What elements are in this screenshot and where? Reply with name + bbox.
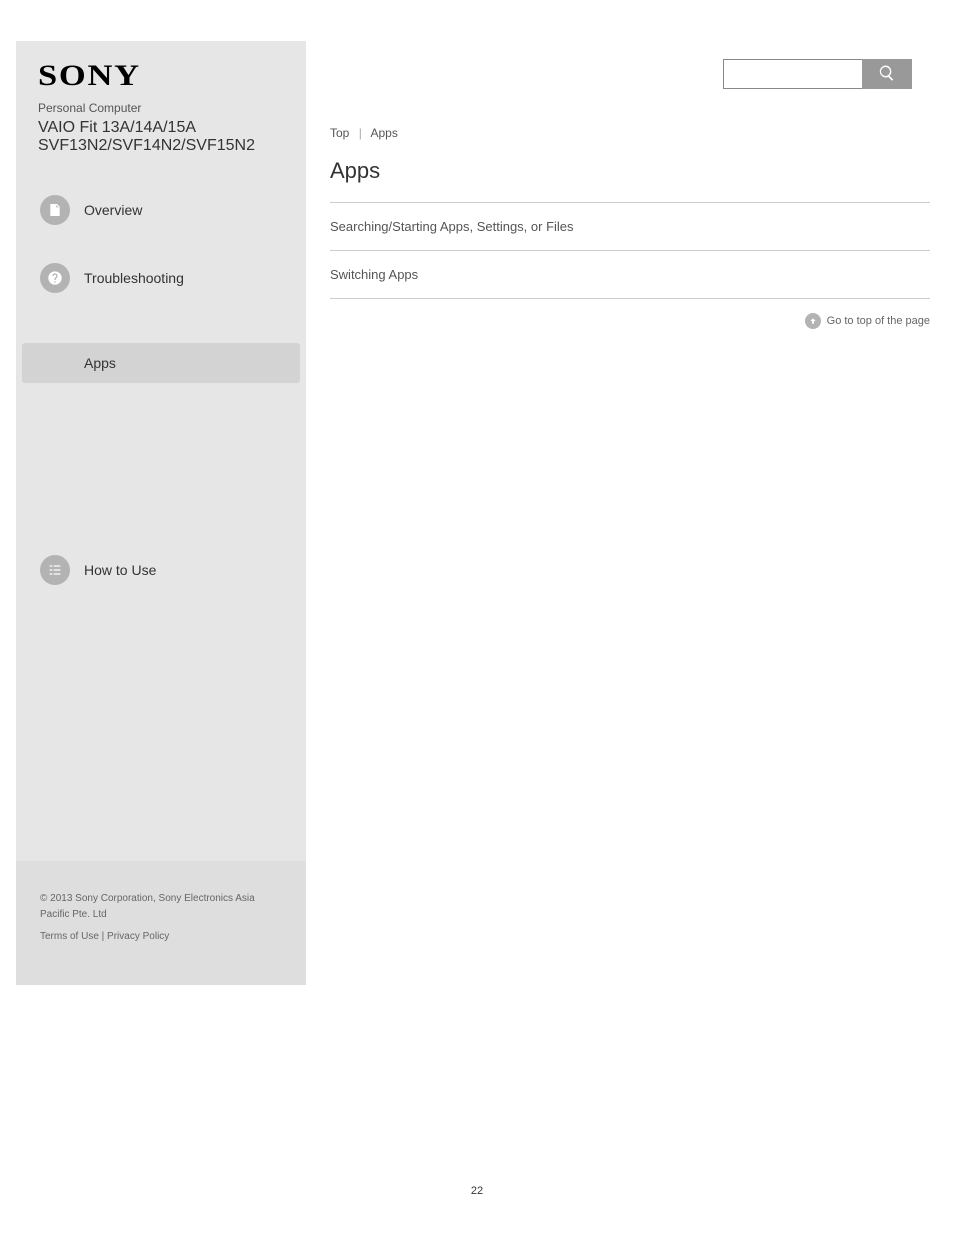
breadcrumb: Top | Apps <box>330 126 930 140</box>
sidebar-item-label: Overview <box>84 202 142 218</box>
search-button[interactable] <box>862 59 912 89</box>
product-name: Personal Computer <box>38 101 306 115</box>
page-number: 22 <box>0 1185 954 1197</box>
divider <box>330 298 930 299</box>
overview-icon <box>40 195 70 225</box>
sidebar-item-label: Troubleshooting <box>84 270 184 286</box>
copyright-text: © 2013 Sony Corporation, Sony Electronic… <box>40 891 282 923</box>
go-to-top-label: Go to top of the page <box>827 315 930 327</box>
arrow-up-icon <box>805 313 821 329</box>
breadcrumb-current: Apps <box>371 126 398 140</box>
sidebar-item-label: Apps <box>84 355 116 371</box>
sidebar-item-apps[interactable]: Apps <box>22 343 300 383</box>
sidebar-item-label: How to Use <box>84 562 156 578</box>
question-icon <box>40 263 70 293</box>
sidebar-item-troubleshooting[interactable]: Troubleshooting <box>22 251 300 305</box>
search-icon <box>878 64 896 85</box>
go-to-top-link[interactable]: Go to top of the page <box>330 313 930 329</box>
sidebar-item-overview[interactable]: Overview <box>22 183 300 237</box>
search-input[interactable] <box>723 59 862 89</box>
legal-links[interactable]: Terms of Use | Privacy Policy <box>40 929 282 945</box>
content-link-switching[interactable]: Switching Apps <box>330 251 930 298</box>
sidebar: SONY Personal Computer VAIO Fit 13A/14A/… <box>16 41 306 985</box>
model-name: VAIO Fit 13A/14A/15A SVF13N2/SVF14N2/SVF… <box>38 119 306 155</box>
page-title: Apps <box>330 158 930 184</box>
main-content: Top | Apps Apps Searching/Starting Apps,… <box>306 0 954 985</box>
breadcrumb-separator: | <box>359 126 362 140</box>
sidebar-item-how-to-use[interactable]: How to Use <box>22 543 306 597</box>
search-form <box>723 59 912 89</box>
legal-notice: © 2013 Sony Corporation, Sony Electronic… <box>16 861 306 985</box>
logo: SONY <box>38 59 346 93</box>
content-link-searching[interactable]: Searching/Starting Apps, Settings, or Fi… <box>330 203 930 250</box>
breadcrumb-top[interactable]: Top <box>330 126 349 140</box>
list-icon <box>40 555 70 585</box>
